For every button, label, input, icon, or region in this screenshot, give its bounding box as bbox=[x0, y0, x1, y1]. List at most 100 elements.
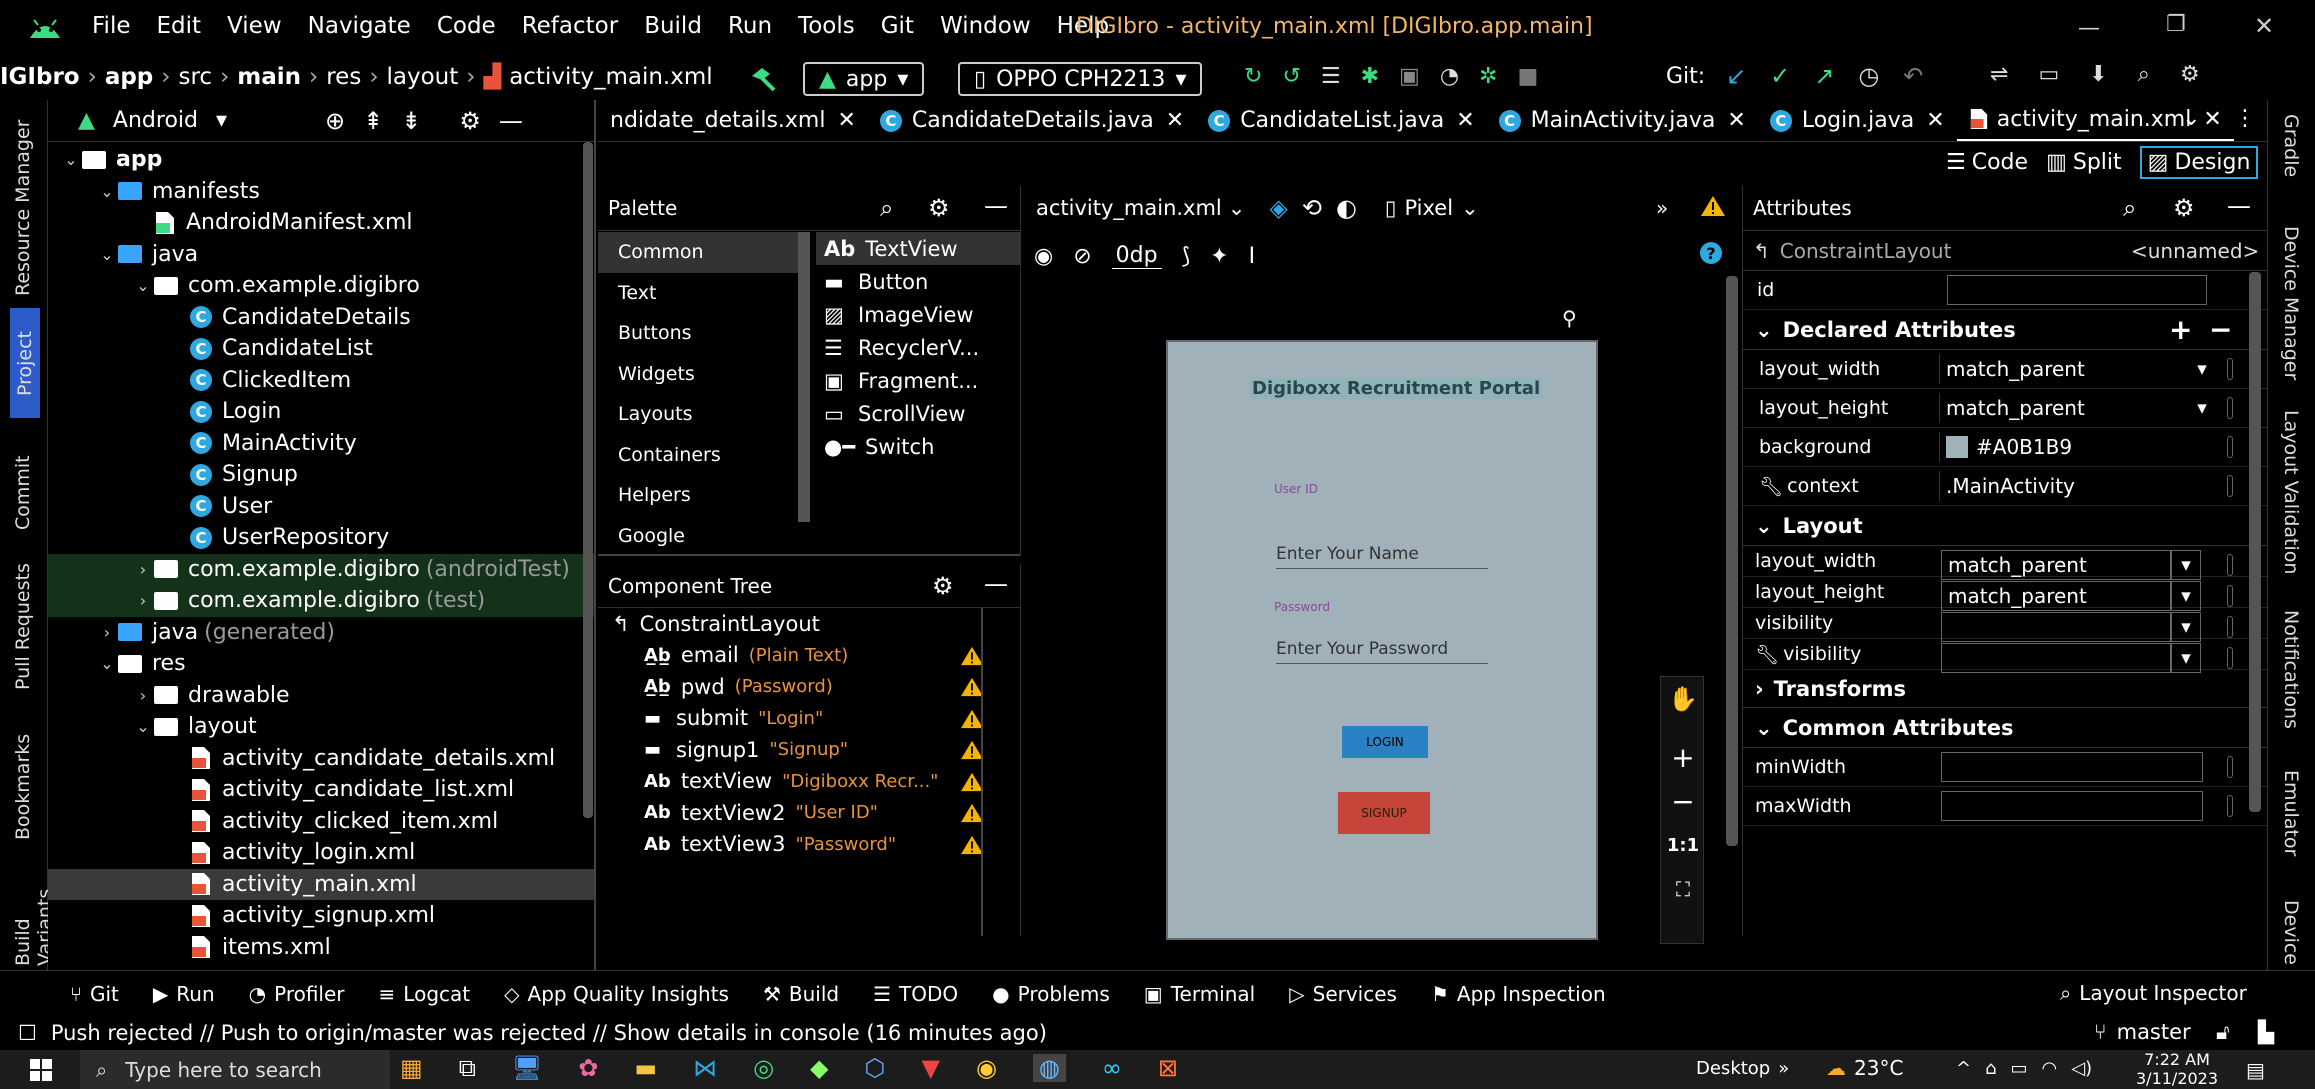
tool-tab-problems[interactable]: ● Problems bbox=[992, 982, 1110, 1006]
profile-icon[interactable]: ◔ bbox=[1440, 64, 1459, 89]
minimize-button[interactable]: — bbox=[2078, 16, 2100, 41]
zoom-to-fit-icon[interactable]: ⛶ bbox=[1661, 867, 1705, 911]
volume-icon[interactable]: ◁) bbox=[2071, 1058, 2092, 1079]
options-gear-icon[interactable]: ⚙ bbox=[459, 107, 481, 135]
attribute-indicator[interactable] bbox=[2227, 358, 2233, 380]
menu-view[interactable]: View bbox=[227, 13, 282, 39]
project-view-selector[interactable]: Android bbox=[113, 108, 198, 133]
dropdown-arrow-icon[interactable]: ▾ bbox=[2171, 550, 2201, 580]
breadcrumb-item[interactable]: layout bbox=[387, 64, 459, 90]
resource-manager-tab[interactable]: Resource Manager bbox=[12, 116, 34, 296]
chrome-icon[interactable]: ◉ bbox=[976, 1054, 997, 1082]
build-hammer-icon[interactable] bbox=[748, 66, 778, 92]
close-tab-icon[interactable]: ✕ bbox=[1926, 108, 1944, 133]
menu-git[interactable]: Git bbox=[881, 13, 914, 39]
orientation-icon[interactable]: ⟲ bbox=[1302, 194, 1322, 222]
preview-password-input[interactable]: Enter Your Password bbox=[1276, 639, 1488, 664]
project-tree-item[interactable]: C CandidateDetails bbox=[48, 302, 594, 334]
common-attributes-header[interactable]: ⌄ Common Attributes bbox=[1743, 708, 2267, 748]
layout-preview[interactable]: Digiboxx Recruitment Portal User ID Ente… bbox=[1166, 340, 1598, 940]
breadcrumb-item[interactable]: src bbox=[178, 64, 212, 90]
chevron-up-icon[interactable]: ^ bbox=[1956, 1058, 1971, 1079]
notification-center-icon[interactable]: ▤ bbox=[2246, 1058, 2265, 1082]
menu-code[interactable]: Code bbox=[437, 13, 496, 39]
apply-changes-icon[interactable]: ↻ bbox=[1244, 64, 1262, 89]
warning-icon[interactable] bbox=[1700, 194, 1726, 218]
dropdown-arrow-icon[interactable]: ▾ bbox=[2187, 393, 2217, 423]
project-tree-item[interactable]: C CandidateList bbox=[48, 333, 594, 365]
project-tree-item[interactable]: ⌄ com.example.digibro bbox=[48, 270, 594, 302]
dropdown-arrow-icon[interactable]: ▾ bbox=[2171, 581, 2201, 611]
editor-tab[interactable]: C Login.java ✕ bbox=[1758, 100, 1957, 141]
attribute-indicator[interactable] bbox=[2227, 756, 2233, 778]
dropdown-arrow-icon[interactable]: ▾ bbox=[2171, 643, 2201, 673]
palette-category[interactable]: Google bbox=[598, 516, 798, 557]
search-everywhere-icon[interactable]: ⌕ bbox=[2138, 62, 2150, 87]
attribute-indicator[interactable] bbox=[2227, 616, 2233, 638]
palette-item[interactable]: ☰ RecyclerV... bbox=[816, 331, 1021, 364]
device-explorer-tab[interactable]: Device bbox=[2280, 900, 2302, 966]
zoom-actual-size-button[interactable]: 1:1 bbox=[1661, 823, 1705, 867]
remove-attribute-icon[interactable]: − bbox=[2209, 313, 2232, 346]
attribute-value-field[interactable]: match_parent bbox=[1941, 581, 2171, 611]
menu-tools[interactable]: Tools bbox=[798, 13, 855, 39]
palette-gear-icon[interactable]: ⚙ bbox=[928, 194, 950, 222]
design-surface-icon[interactable]: ◈ bbox=[1269, 194, 1287, 222]
chevron-down-icon[interactable]: ⌄ bbox=[60, 150, 82, 169]
attribute-value-field[interactable] bbox=[1941, 612, 2171, 642]
app-icon[interactable]: ▼ bbox=[921, 1054, 939, 1082]
attribute-value-field[interactable]: .MainActivity bbox=[1939, 471, 2179, 501]
wifi-icon[interactable]: ◠ bbox=[2042, 1058, 2058, 1079]
night-mode-icon[interactable]: ◐ bbox=[1336, 194, 1357, 222]
network-icon[interactable]: ⌂ bbox=[1985, 1058, 1996, 1079]
device-manager-icon[interactable]: ▭ bbox=[2038, 62, 2059, 87]
more-options-icon[interactable]: ⋮ bbox=[2234, 106, 2256, 131]
hide-panel-icon[interactable]: — bbox=[499, 107, 523, 135]
menu-build[interactable]: Build bbox=[644, 13, 702, 39]
breadcrumb-item[interactable]: app bbox=[105, 64, 153, 90]
tool-tab-run[interactable]: ▶ Run bbox=[153, 982, 215, 1006]
tabs-overflow-chevron-icon[interactable]: ⌄ bbox=[2182, 106, 2200, 131]
declared-attributes-header[interactable]: ⌄ Declared Attributes + − bbox=[1743, 310, 2267, 350]
tool-tab-profiler[interactable]: ◔ Profiler bbox=[249, 982, 345, 1006]
preview-user-id-label[interactable]: User ID bbox=[1274, 482, 1318, 496]
attribute-indicator[interactable] bbox=[2227, 647, 2233, 669]
file-explorer-icon[interactable]: ▬ bbox=[634, 1054, 657, 1082]
project-tree-item[interactable]: activity_main.xml bbox=[48, 868, 594, 900]
status-toggle-icon[interactable]: ☐ bbox=[18, 1021, 37, 1045]
component-tree-item[interactable]: ▬ signup1 "Signup" bbox=[644, 734, 983, 766]
editor-tab[interactable]: C CandidateDetails.java ✕ bbox=[868, 100, 1196, 141]
palette-category[interactable]: Containers bbox=[598, 435, 798, 476]
task-view-icon[interactable]: ⧉ bbox=[459, 1054, 476, 1082]
breadcrumb-item[interactable]: IGIbro bbox=[0, 64, 80, 90]
attribute-value-field[interactable] bbox=[1941, 643, 2171, 673]
hide-panel-icon[interactable]: — bbox=[2227, 192, 2251, 220]
id-input[interactable] bbox=[1947, 275, 2207, 305]
autoconnect-icon[interactable]: ⊘ bbox=[1073, 244, 1091, 269]
help-icon[interactable]: ? bbox=[1700, 242, 1722, 264]
run-configuration-select[interactable]: ▲ app ▾ bbox=[803, 62, 925, 96]
menu-edit[interactable]: Edit bbox=[157, 13, 202, 39]
attribute-value-field[interactable]: #A0B1B9 bbox=[1939, 432, 2179, 462]
stop-icon[interactable]: ■ bbox=[1517, 64, 1538, 89]
pin-icon[interactable]: ⚲ bbox=[1562, 306, 1577, 330]
search-icon[interactable]: ⌕ bbox=[2123, 194, 2136, 222]
zoom-in-button[interactable]: + bbox=[1661, 735, 1705, 779]
breadcrumb-item[interactable]: main bbox=[237, 64, 301, 90]
arduino-icon[interactable]: ∞ bbox=[1102, 1054, 1122, 1082]
chevron-right-icon[interactable]: › bbox=[96, 623, 118, 642]
project-tree-item[interactable]: activity_signup.xml bbox=[48, 900, 594, 932]
attribute-value-field[interactable]: match_parent bbox=[1939, 393, 2179, 423]
palette-item[interactable]: Ab TextView bbox=[816, 232, 1021, 265]
add-attribute-icon[interactable]: + bbox=[2169, 313, 2192, 346]
hide-panel-icon[interactable]: — bbox=[984, 570, 1008, 598]
attribute-indicator[interactable] bbox=[2227, 475, 2233, 497]
expand-all-icon[interactable]: ⇞ bbox=[363, 107, 383, 135]
sync-gradle-icon[interactable]: ⇌ bbox=[1990, 62, 2008, 87]
attribute-value-field[interactable]: match_parent bbox=[1941, 550, 2171, 580]
palette-item[interactable]: ●━ Switch bbox=[816, 430, 1021, 463]
memory-icon[interactable]: ▙ bbox=[2258, 1020, 2274, 1044]
breadcrumb-item[interactable]: res bbox=[326, 64, 361, 90]
component-root[interactable]: ↰ ConstraintLayout bbox=[598, 608, 1020, 640]
project-scrollbar[interactable] bbox=[583, 142, 593, 818]
